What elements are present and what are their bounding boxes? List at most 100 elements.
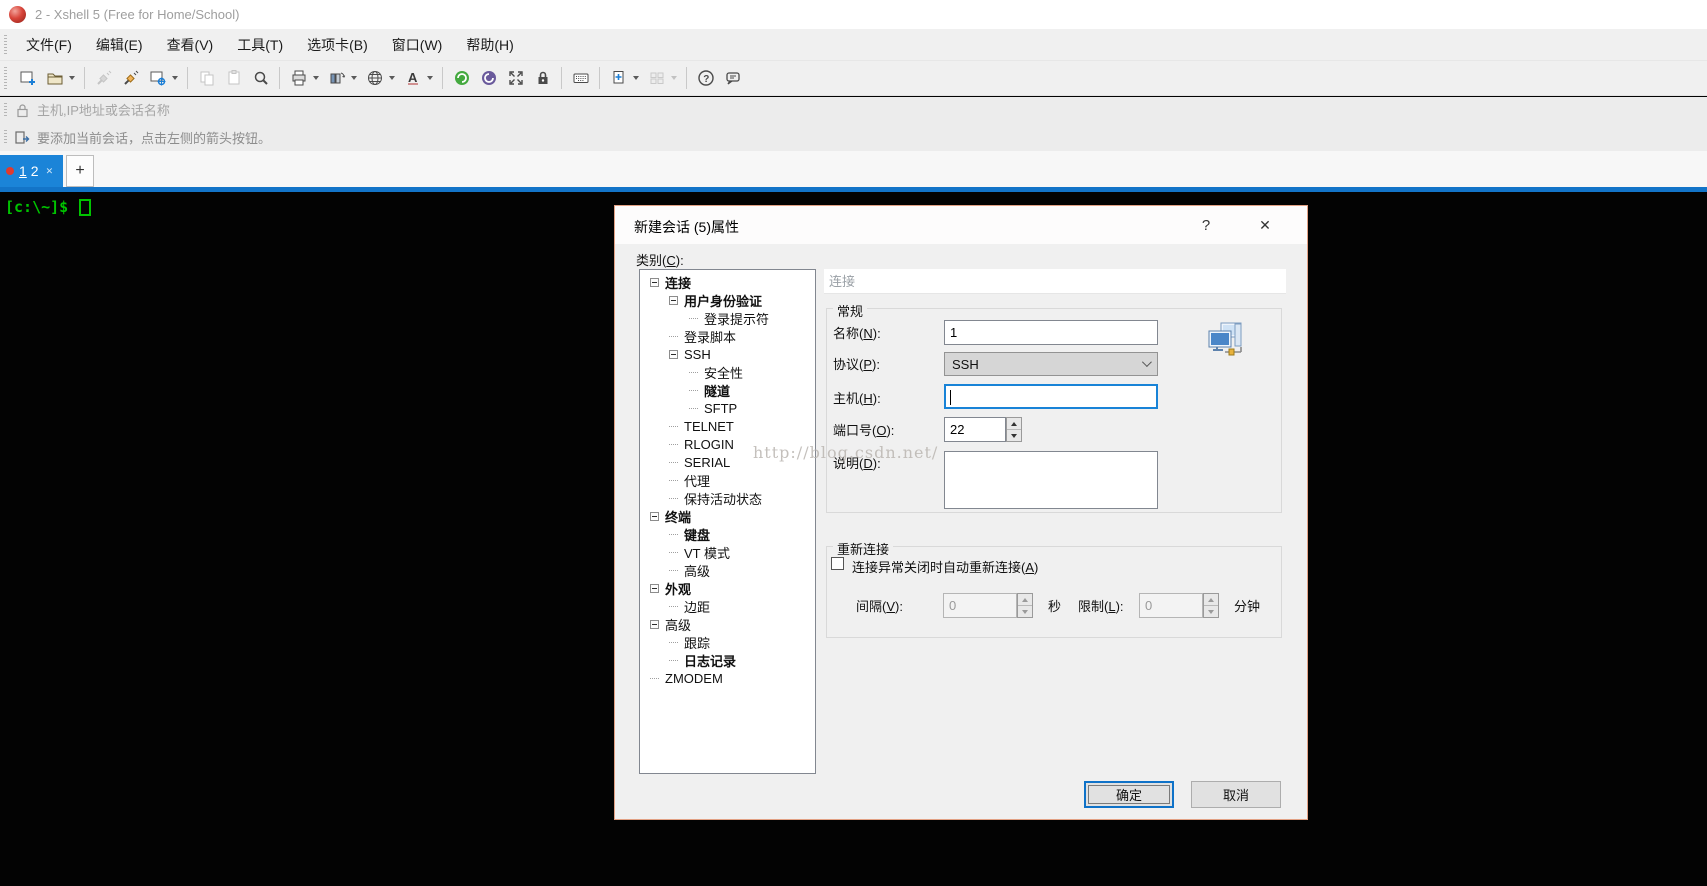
new-window-dropdown-icon[interactable]	[633, 76, 639, 80]
menu-view[interactable]: 查看(V)	[155, 31, 226, 59]
tree-item-terminal-advanced[interactable]: 高级	[640, 561, 815, 579]
tree-item-rlogin[interactable]: RLOGIN	[640, 435, 815, 453]
find-icon[interactable]	[247, 65, 274, 92]
tree-item-appearance[interactable]: 外观	[640, 579, 815, 597]
tree-item-security[interactable]: 安全性	[640, 363, 815, 381]
collapse-icon[interactable]	[650, 512, 659, 521]
session-properties-dialog: 新建会话 (5)属性 ? ✕ 类别(C): 连接 用户身份验证 登录提示符 登录…	[614, 205, 1308, 820]
protocol-select[interactable]: SSH	[944, 352, 1158, 376]
font-dropdown-icon[interactable]	[427, 76, 433, 80]
tree-item-keep-alive[interactable]: 保持活动状态	[640, 489, 815, 507]
menu-tabs[interactable]: 选项卡(B)	[295, 31, 380, 59]
port-input[interactable]	[944, 417, 1006, 442]
xmanager-launch-icon[interactable]	[475, 65, 502, 92]
tab-close-icon[interactable]: ✕	[46, 166, 54, 177]
category-label: 类别(C):	[636, 250, 684, 269]
dialog-close-button[interactable]: ✕	[1248, 211, 1282, 239]
auto-reconnect-label: 连接异常关闭时自动重新连接(A)	[852, 557, 1038, 576]
web-browser-icon[interactable]	[361, 65, 388, 92]
print-icon[interactable]	[285, 65, 312, 92]
paste-icon	[220, 65, 247, 92]
toolbar-separator	[561, 67, 562, 89]
tab-bar: 1 2 ✕ +	[0, 151, 1707, 187]
svg-text:?: ?	[703, 74, 709, 85]
tree-item-connection[interactable]: 连接	[640, 273, 815, 291]
tree-item-terminal[interactable]: 终端	[640, 507, 815, 525]
limit-label: 限制(L):	[1078, 596, 1124, 615]
tab-session[interactable]: 1 2 ✕	[0, 155, 63, 187]
address-bar-grip	[4, 103, 7, 118]
name-input[interactable]	[944, 320, 1158, 345]
spin-up-icon[interactable]	[1007, 418, 1021, 430]
cancel-button[interactable]: 取消	[1191, 781, 1281, 808]
tree-item-advanced-section[interactable]: 高级	[640, 615, 815, 633]
tree-item-vt-mode[interactable]: VT 模式	[640, 543, 815, 561]
feedback-icon[interactable]	[719, 65, 746, 92]
tree-item-serial[interactable]: SERIAL	[640, 453, 815, 471]
toolbar-separator	[279, 67, 280, 89]
session-properties-dropdown-icon[interactable]	[172, 76, 178, 80]
port-spinner	[1006, 417, 1022, 442]
new-session-icon[interactable]	[14, 65, 41, 92]
tab-number: 1	[19, 163, 27, 179]
spin-down-icon[interactable]	[1007, 430, 1021, 441]
virtual-keyboard-icon[interactable]	[567, 65, 594, 92]
open-session-icon[interactable]	[41, 65, 68, 92]
tree-item-login-script[interactable]: 登录脚本	[640, 327, 815, 345]
collapse-icon[interactable]	[650, 278, 659, 287]
ok-button[interactable]: 确定	[1084, 781, 1174, 808]
terminal-cursor	[79, 199, 91, 216]
collapse-icon[interactable]	[650, 620, 659, 629]
reconnect-icon[interactable]	[117, 65, 144, 92]
collapse-icon[interactable]	[669, 296, 678, 305]
tree-item-proxy[interactable]: 代理	[640, 471, 815, 489]
dialog-help-button[interactable]: ?	[1189, 211, 1223, 239]
port-label: 端口号(O):	[833, 420, 894, 439]
xftp-launch-icon[interactable]	[448, 65, 475, 92]
host-input[interactable]	[944, 384, 1158, 409]
toolbar-separator	[686, 67, 687, 89]
tree-item-keyboard[interactable]: 键盘	[640, 525, 815, 543]
menu-grip	[4, 35, 7, 54]
fullscreen-icon[interactable]	[502, 65, 529, 92]
open-session-dropdown-icon[interactable]	[69, 76, 75, 80]
collapse-icon[interactable]	[669, 350, 678, 359]
menu-help[interactable]: 帮助(H)	[454, 31, 525, 59]
interval-input	[943, 593, 1017, 618]
print-dropdown-icon[interactable]	[313, 76, 319, 80]
tree-item-trace[interactable]: 跟踪	[640, 633, 815, 651]
menu-file[interactable]: 文件(F)	[14, 31, 84, 59]
tree-item-login-prompt[interactable]: 登录提示符	[640, 309, 815, 327]
tree-item-sftp[interactable]: SFTP	[640, 399, 815, 417]
new-tab-button[interactable]: +	[66, 155, 94, 187]
chevron-down-icon	[1142, 357, 1152, 367]
collapse-icon[interactable]	[650, 584, 659, 593]
host-address-input[interactable]	[37, 103, 657, 118]
title-bar: 2 - Xshell 5 (Free for Home/School)	[0, 0, 1707, 29]
copy-icon	[193, 65, 220, 92]
menu-edit[interactable]: 编辑(E)	[84, 31, 155, 59]
web-browser-dropdown-icon[interactable]	[389, 76, 395, 80]
font-icon[interactable]: A	[399, 65, 426, 92]
tree-item-tunnel[interactable]: 隧道	[640, 381, 815, 399]
tree-item-zmodem[interactable]: ZMODEM	[640, 669, 815, 687]
tree-item-telnet[interactable]: TELNET	[640, 417, 815, 435]
tree-item-logging[interactable]: 日志记录	[640, 651, 815, 669]
toolbar-separator	[84, 67, 85, 89]
description-textarea[interactable]	[944, 451, 1158, 509]
color-scheme-icon[interactable]	[323, 65, 350, 92]
tree-item-authentication[interactable]: 用户身份验证	[640, 291, 815, 309]
add-session-arrow-icon[interactable]	[14, 130, 30, 146]
help-icon[interactable]: ?	[692, 65, 719, 92]
dialog-title-bar: 新建会话 (5)属性 ? ✕	[615, 206, 1307, 244]
color-scheme-dropdown-icon[interactable]	[351, 76, 357, 80]
new-window-icon[interactable]	[605, 65, 632, 92]
auto-reconnect-checkbox[interactable]	[831, 557, 844, 570]
tree-item-margin[interactable]: 边距	[640, 597, 815, 615]
menu-tools[interactable]: 工具(T)	[225, 31, 295, 59]
tree-item-ssh[interactable]: SSH	[640, 345, 815, 363]
session-properties-icon[interactable]	[144, 65, 171, 92]
lock-screen-icon[interactable]	[529, 65, 556, 92]
terminal-prompt: [c:\~]$	[5, 198, 68, 216]
menu-window[interactable]: 窗口(W)	[380, 31, 455, 59]
